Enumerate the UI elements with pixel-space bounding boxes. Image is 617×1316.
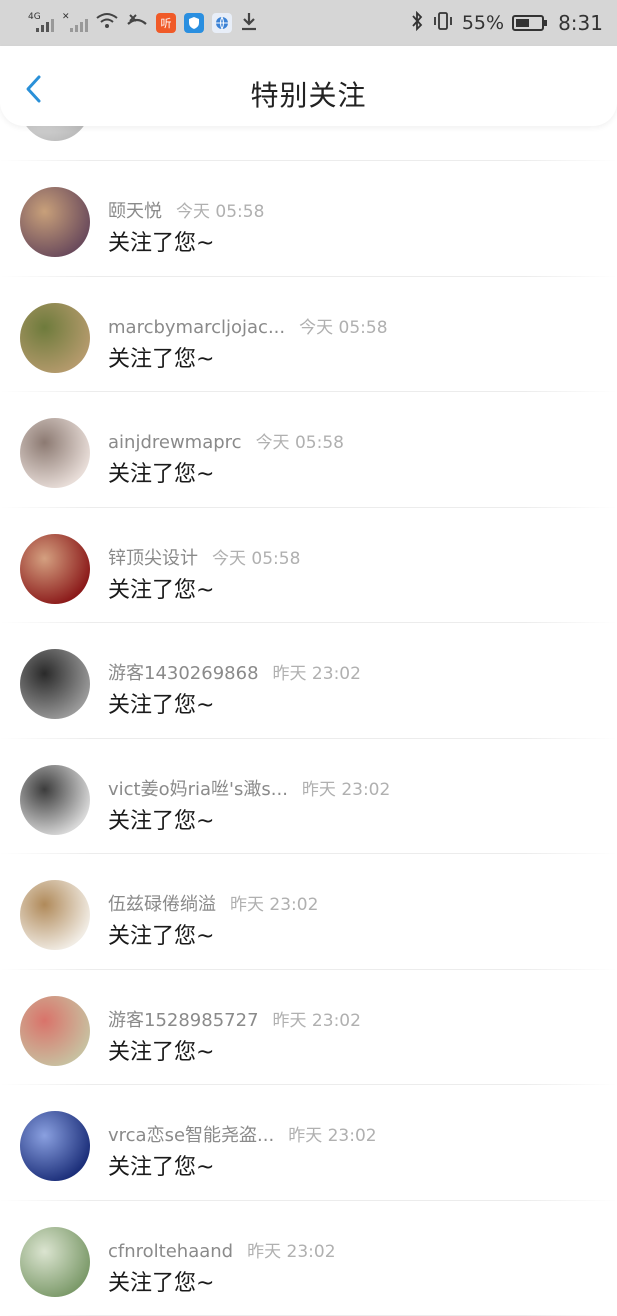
list-item[interactable]: ainjdrewmaprc 今天 05:58 关注了您~: [0, 392, 617, 508]
avatar[interactable]: [20, 880, 90, 950]
notification-text: 关注了您~: [108, 1034, 214, 1066]
clock: 8:31: [558, 11, 603, 35]
list-item[interactable]: marcbymarcljojac... 今天 05:58 关注了您~: [0, 277, 617, 393]
username[interactable]: marcbymarcljojac... 今天 05:58: [108, 313, 388, 338]
avatar[interactable]: [20, 1111, 90, 1181]
shield-app-icon: [184, 13, 204, 33]
list-item[interactable]: vict姜o妈ria咝's澉s... 昨天 23:02 关注了您~: [0, 739, 617, 855]
notification-text: 关注了您~: [108, 572, 214, 604]
username[interactable]: 锌顶尖设计今天 05:58: [108, 544, 300, 570]
status-left: 4G ✕ 听: [28, 11, 258, 36]
page-title: 特别关注: [0, 74, 617, 114]
list-item[interactable]: 游客1430269868 昨天 23:02 关注了您~: [0, 623, 617, 739]
avatar[interactable]: [20, 1227, 90, 1297]
username-text: marcbymarcljojac...: [108, 317, 285, 338]
signal-icon: 4G: [28, 14, 54, 32]
avatar[interactable]: [20, 996, 90, 1066]
username-text: 伍兹碌倦绱溢: [108, 894, 216, 915]
username-text: 游客1528985727: [108, 1010, 259, 1031]
missed-call-icon: [126, 12, 148, 35]
username-text: 颐天悦: [108, 201, 162, 222]
notification-text: 关注了您~: [108, 1149, 214, 1181]
timestamp: 昨天 23:02: [302, 780, 390, 800]
username-text: vict姜o妈ria咝's澉s...: [108, 779, 288, 800]
username-text: cfnroltehaand: [108, 1241, 233, 1262]
notification-text: 关注了您~: [108, 918, 214, 950]
avatar[interactable]: [20, 418, 90, 488]
list-item[interactable]: 伍兹碌倦绱溢昨天 23:02关注了您~: [0, 854, 617, 970]
timestamp: 昨天 23:02: [230, 895, 318, 915]
list-item[interactable]: 游客1528985727 昨天 23:02 关注了您~: [0, 970, 617, 1086]
signal-x-icon: ✕: [62, 14, 88, 32]
list-item[interactable]: 颐天悦今天 05:58关注了您~: [0, 161, 617, 277]
status-right: 55% 8:31: [410, 11, 603, 36]
divider: [0, 160, 617, 161]
list-item[interactable]: cfnroltehaand 昨天 23:02 关注了您~: [0, 1201, 617, 1316]
avatar[interactable]: [20, 649, 90, 719]
timestamp: 今天 05:58: [212, 549, 300, 569]
nav-header: 特别关注: [0, 46, 617, 126]
battery-percent: 55%: [462, 12, 504, 34]
notification-text: 关注了您~: [108, 225, 214, 257]
wifi-icon: [96, 12, 118, 35]
timestamp: 今天 05:58: [299, 318, 387, 338]
browser-app-icon: [212, 13, 232, 33]
avatar[interactable]: [20, 303, 90, 373]
username-text: 游客1430269868: [108, 663, 259, 684]
notification-text: 关注了您~: [108, 803, 214, 835]
battery-icon: [512, 15, 544, 31]
username[interactable]: cfnroltehaand 昨天 23:02: [108, 1237, 336, 1262]
timestamp: 昨天 23:02: [288, 1126, 376, 1146]
username[interactable]: 游客1528985727 昨天 23:02: [108, 1006, 361, 1032]
list-item[interactable]: vrca恋se智能尧盗... 昨天 23:02 关注了您~: [0, 1085, 617, 1201]
notification-text: 关注了您~: [108, 687, 214, 719]
timestamp: 昨天 23:02: [273, 1011, 361, 1031]
username-text: vrca恋se智能尧盗...: [108, 1125, 274, 1146]
timestamp: 昨天 23:02: [273, 664, 361, 684]
download-icon: [240, 11, 258, 36]
timestamp: 昨天 23:02: [247, 1242, 335, 1262]
timestamp: 今天 05:58: [256, 433, 344, 453]
notification-text: 关注了您~: [108, 456, 214, 488]
listen-app-icon: 听: [156, 13, 176, 33]
avatar[interactable]: [20, 534, 90, 604]
list-item[interactable]: 锌顶尖设计今天 05:58关注了您~: [0, 508, 617, 624]
notification-text: 关注了您~: [108, 341, 214, 373]
status-bar: 4G ✕ 听 55% 8:31: [0, 0, 617, 46]
username[interactable]: 游客1430269868 昨天 23:02: [108, 659, 361, 685]
username[interactable]: 颐天悦今天 05:58: [108, 197, 264, 223]
username[interactable]: vrca恋se智能尧盗... 昨天 23:02: [108, 1121, 377, 1147]
username[interactable]: 伍兹碌倦绱溢昨天 23:02: [108, 890, 318, 916]
notification-text: 关注了您~: [108, 1265, 214, 1297]
username-text: 锌顶尖设计: [108, 548, 198, 569]
timestamp: 今天 05:58: [176, 202, 264, 222]
vibrate-icon: [432, 11, 454, 36]
avatar[interactable]: [20, 187, 90, 257]
username-text: ainjdrewmaprc: [108, 432, 242, 453]
username[interactable]: ainjdrewmaprc 今天 05:58: [108, 428, 344, 453]
username[interactable]: vict姜o妈ria咝's澉s... 昨天 23:02: [108, 775, 390, 801]
bluetooth-icon: [410, 11, 424, 36]
avatar[interactable]: [20, 765, 90, 835]
